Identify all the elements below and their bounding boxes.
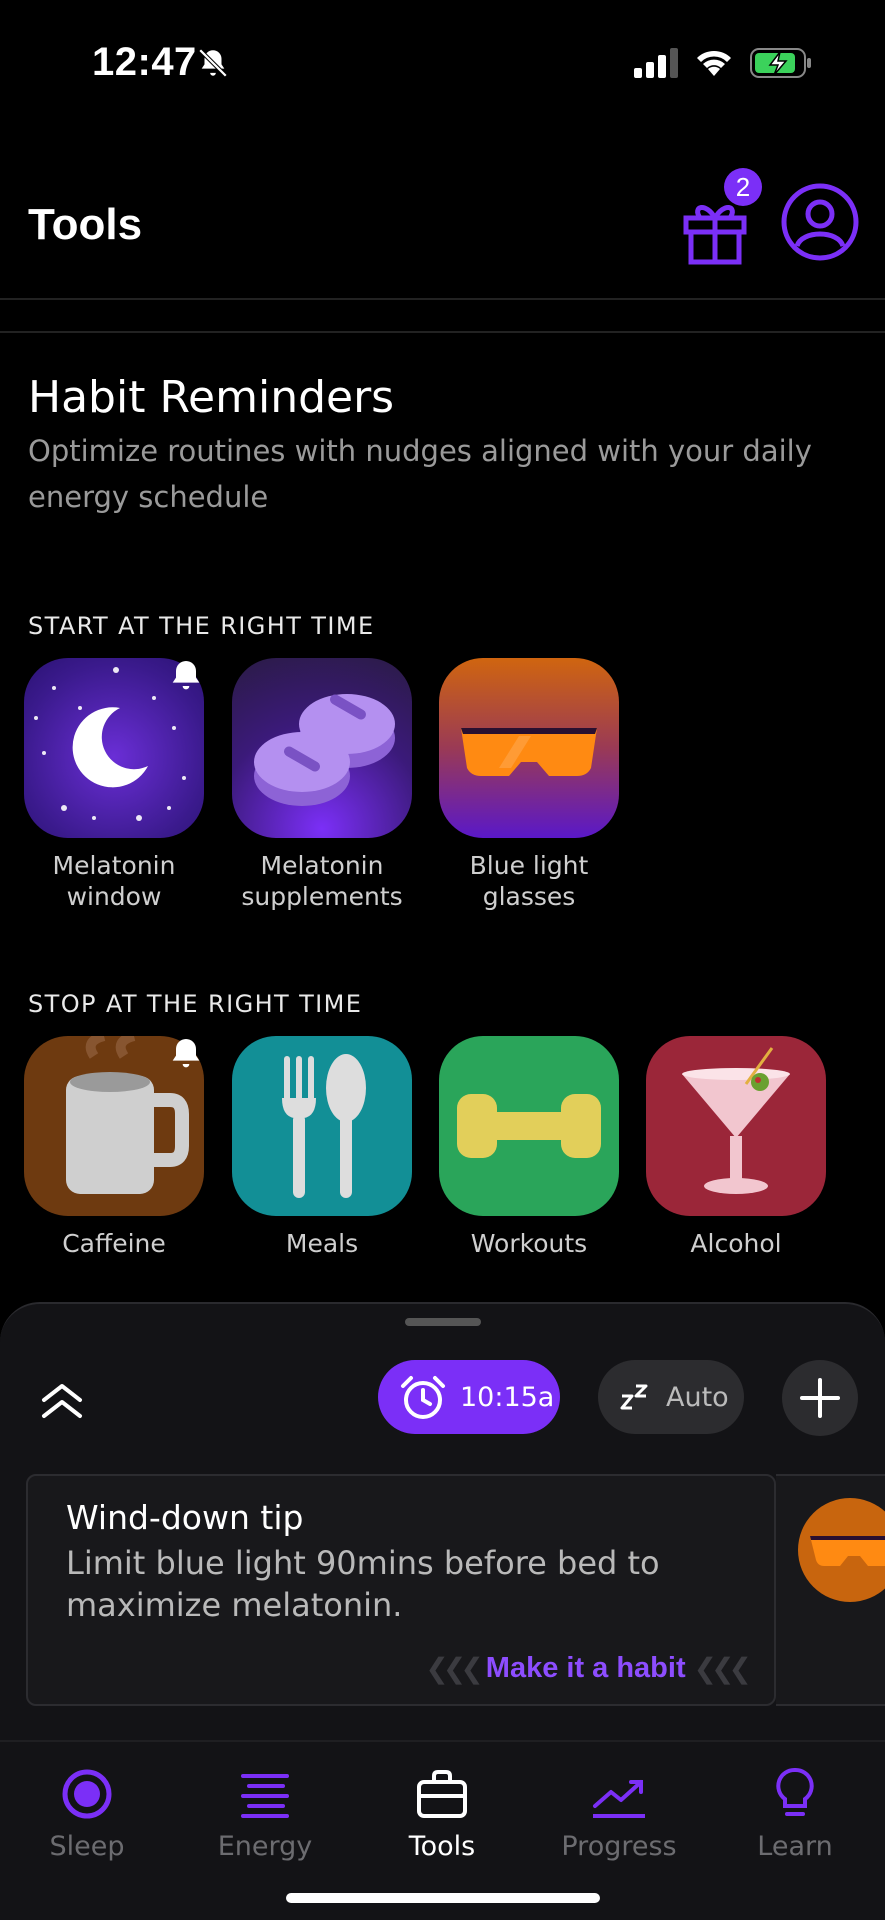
- tile-workouts[interactable]: Workouts: [439, 1036, 619, 1259]
- tile-alcohol[interactable]: Alcohol: [646, 1036, 826, 1259]
- start-group-heading: START AT THE RIGHT TIME: [28, 612, 375, 640]
- tile-label: Meals: [285, 1229, 359, 1258]
- tip-body: Limit blue light 90mins before bed to ma…: [66, 1544, 660, 1624]
- status-bar: 12:47: [0, 0, 885, 130]
- tab-label: Energy: [217, 1831, 313, 1862]
- divider: [0, 331, 885, 333]
- glasses-icon: [439, 658, 619, 838]
- tile-label: Alcohol: [690, 1229, 782, 1258]
- dumbbell-icon: [439, 1036, 619, 1216]
- page-title: Tools: [28, 200, 143, 249]
- zzz-icon: [620, 1384, 648, 1410]
- battery-charging-icon: [750, 48, 811, 78]
- divider: [0, 298, 885, 300]
- chevron-double-up-icon[interactable]: [36, 1376, 88, 1428]
- sleep-mode-label: Auto: [666, 1381, 729, 1413]
- tile-label: Caffeine: [62, 1229, 166, 1258]
- cellular-signal-icon: [634, 48, 678, 78]
- tip-title: Wind-down tip: [66, 1498, 304, 1537]
- alarm-time: 10:15a: [460, 1381, 555, 1413]
- reminder-bell-icon: [172, 1039, 200, 1068]
- section-title: Habit Reminders: [28, 372, 395, 423]
- tab-label: Sleep: [49, 1831, 125, 1862]
- tab-learn[interactable]: Learn: [720, 1766, 870, 1862]
- gift-badge-count: 2: [724, 168, 762, 206]
- tab-label: Progress: [561, 1831, 677, 1862]
- tile-label: Workouts: [470, 1229, 588, 1258]
- tab-label: Tools: [408, 1831, 476, 1862]
- energy-lines-icon: [241, 1774, 289, 1818]
- reminder-bell-icon: [172, 661, 200, 690]
- plus-icon: [800, 1378, 840, 1418]
- add-button[interactable]: [782, 1360, 858, 1436]
- trend-icon: [593, 1780, 645, 1818]
- sleep-target-icon: [62, 1769, 112, 1819]
- home-indicator: [286, 1893, 600, 1903]
- bell-off-icon: [198, 48, 228, 78]
- sleep-mode-button[interactable]: Auto: [598, 1360, 744, 1434]
- section-description: Optimize routines with nudges aligned wi…: [28, 434, 812, 514]
- pills-icon: [232, 658, 412, 838]
- lightbulb-icon: [776, 1768, 814, 1816]
- tile-melatonin-supplements[interactable]: Melatonin supplements: [232, 658, 412, 912]
- tile-caffeine[interactable]: Caffeine: [24, 1036, 204, 1259]
- tab-tools[interactable]: Tools: [367, 1766, 517, 1862]
- alarm-button[interactable]: 10:15a: [378, 1360, 560, 1434]
- tile-label: Blue light glasses: [469, 851, 589, 911]
- tip-card[interactable]: Wind-down tip Limit blue light 90mins be…: [26, 1474, 776, 1706]
- tile-label: Melatonin window: [52, 851, 176, 911]
- tile-melatonin-window[interactable]: Melatonin window: [24, 658, 204, 912]
- alarm-clock-icon: [401, 1376, 445, 1419]
- tab-energy[interactable]: Energy: [190, 1766, 340, 1862]
- briefcase-icon: [417, 1770, 467, 1818]
- wifi-icon: [697, 50, 731, 76]
- sheet-grabber[interactable]: [405, 1318, 481, 1326]
- next-tip-card[interactable]: [776, 1474, 885, 1706]
- tab-progress[interactable]: Progress: [544, 1766, 694, 1862]
- profile-icon[interactable]: [780, 182, 860, 262]
- martini-icon: [646, 1036, 826, 1216]
- make-habit-label: Make it a habit: [485, 1652, 686, 1684]
- tile-meals[interactable]: Meals: [232, 1036, 412, 1259]
- chevrons-left-icon: ❮❮❮: [425, 1653, 483, 1684]
- make-habit-button[interactable]: ❮❮❮ Make it a habit ❮❮❮: [425, 1652, 752, 1685]
- tab-label: Learn: [757, 1831, 833, 1862]
- tab-sleep[interactable]: Sleep: [12, 1766, 162, 1862]
- tile-blue-light-glasses[interactable]: Blue light glasses: [439, 658, 619, 912]
- glasses-icon: [798, 1498, 885, 1602]
- tile-label: Melatonin supplements: [241, 851, 403, 911]
- chevrons-left-icon: ❮❮❮: [693, 1653, 752, 1684]
- bottom-sheet: 10:15a Auto Wind-down tip Limit blue lig…: [0, 1302, 885, 1740]
- status-time: 12:47: [92, 40, 197, 84]
- fork-spoon-icon: [232, 1036, 412, 1216]
- stop-group-heading: STOP AT THE RIGHT TIME: [28, 990, 363, 1018]
